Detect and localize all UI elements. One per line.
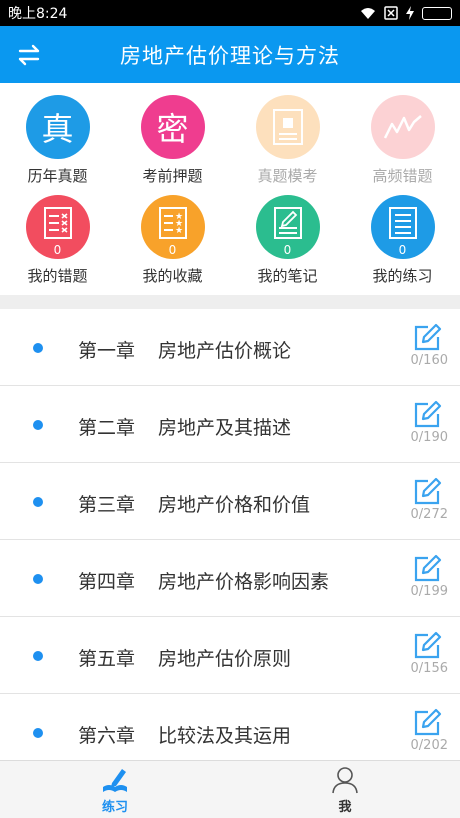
mi-char-icon: 密 <box>140 95 205 159</box>
bullet-dot <box>33 497 43 507</box>
edit-icon[interactable] <box>412 477 442 507</box>
grid-item-label: 我的错题 <box>27 267 88 285</box>
grid-item-my-practice[interactable]: 0 我的练习 <box>345 195 460 286</box>
chapter-name: 房地产估价概论 <box>158 340 292 362</box>
app-header: 房地产估价理论与方法 <box>0 26 460 83</box>
grid-item-label: 我的练习 <box>372 267 433 285</box>
exam-paper-icon <box>255 95 320 159</box>
chapter-number: 第四章 <box>78 571 136 593</box>
tab-label: 练习 <box>101 800 128 815</box>
chapter-progress: 0/160 <box>410 353 448 368</box>
tab-label: 我 <box>338 800 352 815</box>
charging-icon <box>406 6 414 20</box>
svg-text:★: ★ <box>175 226 183 236</box>
tab-me[interactable]: 我 <box>230 761 460 818</box>
favorites-count: 0 <box>168 243 177 257</box>
notes-count: 0 <box>283 243 292 257</box>
chapter-number: 第五章 <box>78 648 136 670</box>
status-bar: 晚上8:24 <box>0 0 460 26</box>
practice-tab-icon <box>103 769 127 792</box>
chapter-name: 房地产价格和价值 <box>158 494 311 516</box>
edit-icon[interactable] <box>412 400 442 430</box>
bullet-dot <box>33 574 43 584</box>
grid-item-my-favorites[interactable]: ★ ★ ★ 0 我的收藏 <box>115 195 230 286</box>
chapter-row[interactable]: 第四章 房地产价格影响因素 0/199 <box>0 540 460 617</box>
bullet-dot <box>33 420 43 430</box>
bullet-dot <box>33 343 43 353</box>
chapter-name: 房地产估价原则 <box>158 648 292 670</box>
swap-icon[interactable] <box>14 40 44 70</box>
edit-icon[interactable] <box>412 631 442 661</box>
edit-icon[interactable] <box>412 554 442 584</box>
bullet-dot <box>33 728 43 738</box>
chapter-row[interactable]: 第五章 房地产估价原则 0/156 <box>0 617 460 694</box>
chapter-row[interactable]: 第二章 房地产及其描述 0/190 <box>0 386 460 463</box>
sim-icon <box>384 6 398 20</box>
bottom-tab-bar: 练习 我 <box>0 760 460 818</box>
grid-item-label: 历年真题 <box>27 167 88 185</box>
edit-icon[interactable] <box>412 708 442 738</box>
practice-count: 0 <box>398 243 407 257</box>
grid-item-frequent[interactable]: 高频错题 <box>345 95 460 186</box>
note-pen-icon: 0 <box>255 195 320 259</box>
grid-item-my-wrong[interactable]: 0 我的错题 <box>0 195 115 286</box>
chapter-list: 第一章 房地产估价概论 0/160 第二章 房地产及其描述 0/190 第三章 … <box>0 309 460 760</box>
chapter-progress: 0/272 <box>410 507 448 522</box>
grid-item-predict[interactable]: 密 考前押题 <box>115 95 230 186</box>
chapter-row[interactable]: 第一章 房地产估价概论 0/160 <box>0 309 460 386</box>
status-time: 晚上8:24 <box>8 6 68 22</box>
chapter-name: 房地产价格影响因素 <box>158 571 330 593</box>
chapter-number: 第一章 <box>78 340 136 362</box>
person-icon <box>332 767 358 794</box>
wifi-icon <box>361 7 375 19</box>
grid-item-label: 高频错题 <box>372 167 433 185</box>
chapter-number: 第三章 <box>78 494 136 516</box>
grid-item-label: 真题模考 <box>257 167 318 185</box>
grid-item-label: 我的笔记 <box>257 267 318 285</box>
tab-practice[interactable]: 练习 <box>0 761 230 818</box>
grid-item-history[interactable]: 真 历年真题 <box>0 95 115 186</box>
chapter-progress: 0/199 <box>410 584 448 599</box>
grid-item-mock[interactable]: 真题模考 <box>230 95 345 186</box>
section-divider <box>0 295 460 309</box>
wrong-count: 0 <box>53 243 62 257</box>
chapter-row[interactable]: 第三章 房地产价格和价值 0/272 <box>0 463 460 540</box>
chapter-name: 比较法及其运用 <box>158 725 292 747</box>
chapter-number: 第六章 <box>78 725 136 747</box>
battery-icon <box>422 6 452 20</box>
page-title: 房地产估价理论与方法 <box>120 43 340 68</box>
feature-grid: 真 历年真题 密 考前押题 真题模考 高频错题 0 我的错题 ★ ★ ★ 0 我… <box>0 83 460 295</box>
wrong-list-icon: 0 <box>25 195 90 259</box>
chapter-progress: 0/202 <box>410 738 448 753</box>
practice-doc-icon: 0 <box>370 195 435 259</box>
grid-item-label: 考前押题 <box>142 167 203 185</box>
chapter-row[interactable]: 第六章 比较法及其运用 0/202 <box>0 694 460 760</box>
bullet-dot <box>33 651 43 661</box>
edit-icon[interactable] <box>412 323 442 353</box>
grid-item-my-notes[interactable]: 0 我的笔记 <box>230 195 345 286</box>
chapter-number: 第二章 <box>78 417 136 439</box>
trend-chart-icon <box>370 95 435 159</box>
chapter-name: 房地产及其描述 <box>158 417 292 439</box>
star-list-icon: ★ ★ ★ 0 <box>140 195 205 259</box>
chapter-progress: 0/156 <box>410 661 448 676</box>
grid-item-label: 我的收藏 <box>142 267 203 285</box>
zhen-char-icon: 真 <box>25 95 90 159</box>
chapter-progress: 0/190 <box>410 430 448 445</box>
